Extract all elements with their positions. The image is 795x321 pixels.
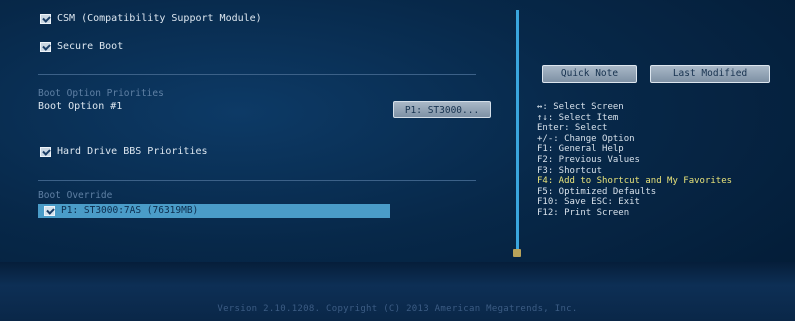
checkbox-icon — [40, 41, 51, 52]
section-separator — [38, 74, 476, 75]
section-separator — [38, 180, 476, 181]
help-line: F12: Print Screen — [537, 207, 630, 218]
help-line: F10: Save ESC: Exit — [537, 197, 640, 208]
help-line: F2: Previous Values — [537, 154, 640, 165]
secure-boot-option[interactable]: Secure Boot — [40, 41, 123, 52]
help-line: Enter: Select — [537, 123, 608, 134]
csm-option[interactable]: CSM (Compatibility Support Module) — [40, 13, 262, 24]
override-heading: Boot Override — [38, 190, 113, 201]
hdd-bbs-label: Hard Drive BBS Priorities — [57, 146, 208, 157]
help-line: F5: Optimized Defaults — [537, 186, 657, 197]
boot-option-1-button[interactable]: P1: ST3000... — [393, 101, 491, 118]
boot-option-1-label: Boot Option #1 — [38, 101, 123, 112]
help-line: +/-: Change Option — [537, 133, 635, 144]
csm-label: CSM (Compatibility Support Module) — [57, 13, 262, 24]
help-line: ↔: Select Screen — [537, 102, 624, 112]
panel-divider — [516, 10, 519, 250]
checkbox-icon — [40, 13, 51, 24]
version-footer: Version 2.10.1208. Copyright (C) 2013 Am… — [217, 304, 578, 314]
checkbox-icon — [40, 146, 51, 157]
help-line-highlighted: F4: Add to Shortcut and My Favorites — [537, 176, 733, 187]
override-item-label: P1: ST3000:7AS (76319MB) — [61, 205, 199, 216]
help-text: ↔: Select Screen ↑↓: Select Item Enter: … — [537, 102, 732, 219]
help-line: F1: General Help — [537, 144, 624, 155]
help-line: ↑↓: Select Item — [537, 112, 619, 123]
override-item[interactable]: P1: ST3000:7AS (76319MB) — [44, 205, 198, 216]
hdd-bbs-option[interactable]: Hard Drive BBS Priorities — [40, 146, 208, 157]
last-modified-button[interactable]: Last Modified — [650, 65, 770, 83]
scroll-indicator[interactable] — [513, 249, 521, 257]
quick-note-button[interactable]: Quick Note — [542, 65, 637, 83]
priorities-heading: Boot Option Priorities — [38, 88, 164, 99]
help-line: F3: Shortcut — [537, 165, 603, 176]
checkbox-icon — [44, 205, 55, 216]
secure-boot-label: Secure Boot — [57, 41, 124, 52]
